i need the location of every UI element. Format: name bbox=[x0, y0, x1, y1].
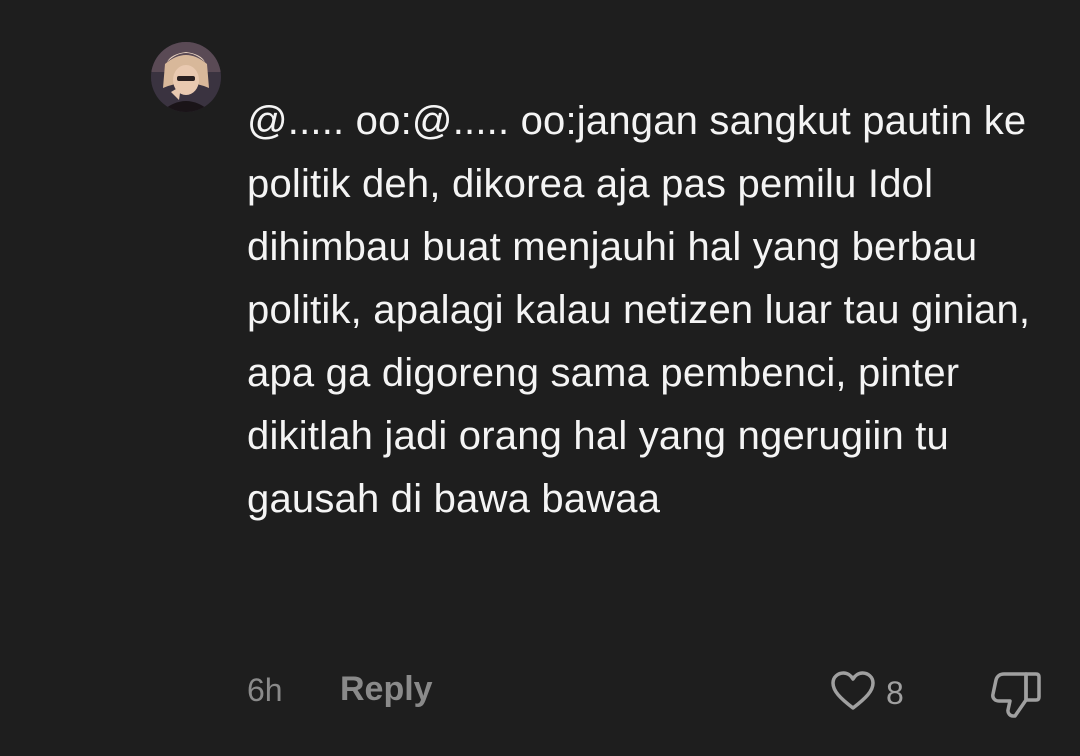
comment-item: @..... oo:@..... oo:jangan sangkut pauti… bbox=[0, 0, 1080, 756]
avatar-image bbox=[151, 42, 221, 112]
timestamp: 6h bbox=[247, 672, 283, 708]
like-count: 8 bbox=[886, 674, 904, 711]
like-button[interactable]: 8 bbox=[830, 670, 904, 716]
heart-icon bbox=[830, 670, 876, 717]
reply-button[interactable]: Reply bbox=[340, 670, 433, 709]
comment-text: @..... oo:@..... oo:jangan sangkut pauti… bbox=[247, 99, 1042, 521]
thumbs-down-icon bbox=[990, 672, 1042, 722]
avatar[interactable] bbox=[151, 42, 221, 112]
dislike-button[interactable] bbox=[990, 670, 1042, 723]
comment-actions: 6h Reply 8 bbox=[0, 662, 1080, 722]
